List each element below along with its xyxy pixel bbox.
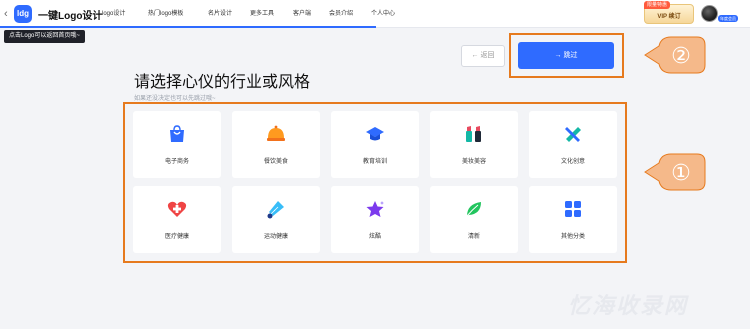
category-grid: 电子商务 餐饮美食 教育培训 美妆美容 文化创意 医疗健康 运动健康 炫酷 清新… [133,111,617,253]
category-card-cool[interactable]: 炫酷 [331,186,419,253]
category-card-ecommerce[interactable]: 电子商务 [133,111,221,178]
nav-item-card-design[interactable]: 名片设计 [200,0,242,28]
nav-item-profile[interactable]: 个人中心 [363,0,403,28]
skip-button[interactable]: → 跳过 [518,42,614,69]
category-card-other[interactable]: 其他分类 [529,186,617,253]
category-label: 文化创意 [560,159,585,165]
nav-item-hot-templates[interactable]: 热门logo模板 [144,0,200,28]
top-navigation-bar: ‹ ldg 一键Logo设计 logo设计 热门logo模板 名片设计 更多工具… [0,0,750,28]
watermark: 忆海收录网 [568,293,689,318]
category-label: 医疗健康 [164,234,189,240]
site-logo[interactable]: ldg [14,5,32,23]
vip-renew-label: VIP 续订 [657,14,681,20]
nav-item-client[interactable]: 客户端 [285,0,321,28]
grid-icon [565,201,581,217]
leaf-icon [466,202,481,217]
category-label: 电子商务 [164,159,189,165]
food-cover-icon [267,125,285,141]
pencil-ruler-icon [565,127,581,142]
category-card-food[interactable]: 餐饮美食 [232,111,320,178]
category-card-fresh[interactable]: 清新 [430,186,518,253]
nav-active-underline [0,26,376,28]
category-label: 美妆美容 [461,159,486,165]
logo-home-tooltip: 点击Logo可以返回首页哦~ [4,30,85,43]
back-button[interactable]: ← 返回 [461,45,505,67]
category-card-medical[interactable]: 医疗健康 [133,186,221,253]
shuttlecock-icon [267,201,284,219]
member-badge: 年度会员 [718,15,738,22]
step-1-callout: ① [644,153,706,191]
lipstick-icon [466,126,481,142]
shopping-bag-icon [170,125,184,142]
vip-renew-button[interactable]: 限量特惠 VIP 续订 [644,1,694,24]
nav-item-logo-design[interactable]: logo设计 [92,0,144,28]
star-icon [366,201,384,217]
back-arrow-icon[interactable]: ‹ [4,7,14,21]
category-card-beauty[interactable]: 美妆美容 [430,111,518,178]
category-card-sports[interactable]: 运动健康 [232,186,320,253]
category-label: 其他分类 [560,234,585,240]
category-label: 运动健康 [263,234,288,240]
page-subtitle: 如果还没决定也可以先跳过哦~ [134,96,216,102]
category-label: 餐饮美食 [263,159,288,165]
nav-item-membership[interactable]: 会员介绍 [321,0,363,28]
category-card-education[interactable]: 教育培训 [331,111,419,178]
main-nav: logo设计 热门logo模板 名片设计 更多工具 客户端 会员介绍 个人中心 [92,0,403,28]
step-2-number: ② [671,44,691,69]
category-label: 炫酷 [368,234,381,240]
user-avatar[interactable] [701,5,718,22]
page-title: 请选择心仪的行业或风格 [134,74,311,91]
nav-item-more-tools[interactable]: 更多工具 [242,0,285,28]
graduation-cap-icon [366,127,384,141]
step-1-number: ① [671,161,691,186]
category-label: 清新 [467,234,480,240]
step-2-callout: ② [644,36,706,74]
category-card-culture[interactable]: 文化创意 [529,111,617,178]
medical-heart-icon [167,201,187,217]
category-label: 教育培训 [362,159,387,165]
vip-promo-tag: 限量特惠 [644,1,671,9]
